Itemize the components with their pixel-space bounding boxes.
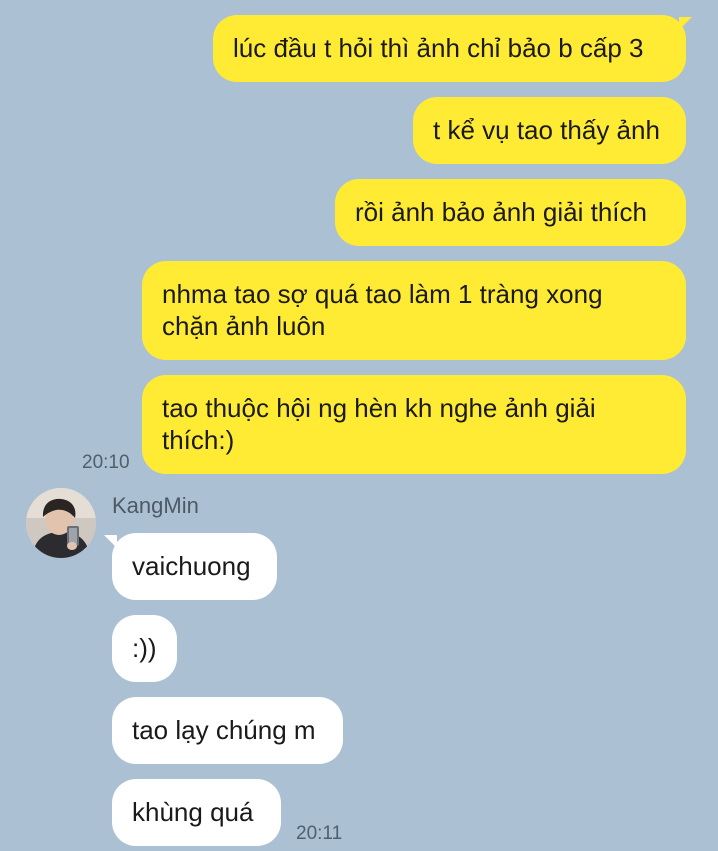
- message-timestamp: 20:10: [82, 452, 130, 473]
- sent-message[interactable]: nhma tao sợ quá tao làm 1 tràng xong chặ…: [142, 261, 686, 360]
- sent-message[interactable]: lúc đầu t hỏi thì ảnh chỉ bảo b cấp 3: [213, 15, 686, 82]
- received-message[interactable]: vaichuong: [112, 533, 277, 600]
- avatar-photo: [26, 488, 96, 558]
- sent-message[interactable]: rồi ảnh bảo ảnh giải thích: [335, 179, 686, 246]
- contact-name: KangMin: [112, 493, 199, 518]
- sent-message[interactable]: t kể vụ tao thấy ảnh: [413, 97, 686, 164]
- sent-message[interactable]: tao thuộc hội ng hèn kh nghe ảnh giải th…: [142, 375, 686, 474]
- received-message[interactable]: :)): [112, 615, 177, 682]
- message-timestamp: 20:11: [296, 823, 343, 844]
- contact-avatar[interactable]: [26, 488, 96, 558]
- received-message[interactable]: khùng quá: [112, 779, 281, 846]
- bubble-tail: [104, 535, 117, 548]
- bubble-tail: [679, 17, 692, 30]
- received-message[interactable]: tao lạy chúng m: [112, 697, 343, 764]
